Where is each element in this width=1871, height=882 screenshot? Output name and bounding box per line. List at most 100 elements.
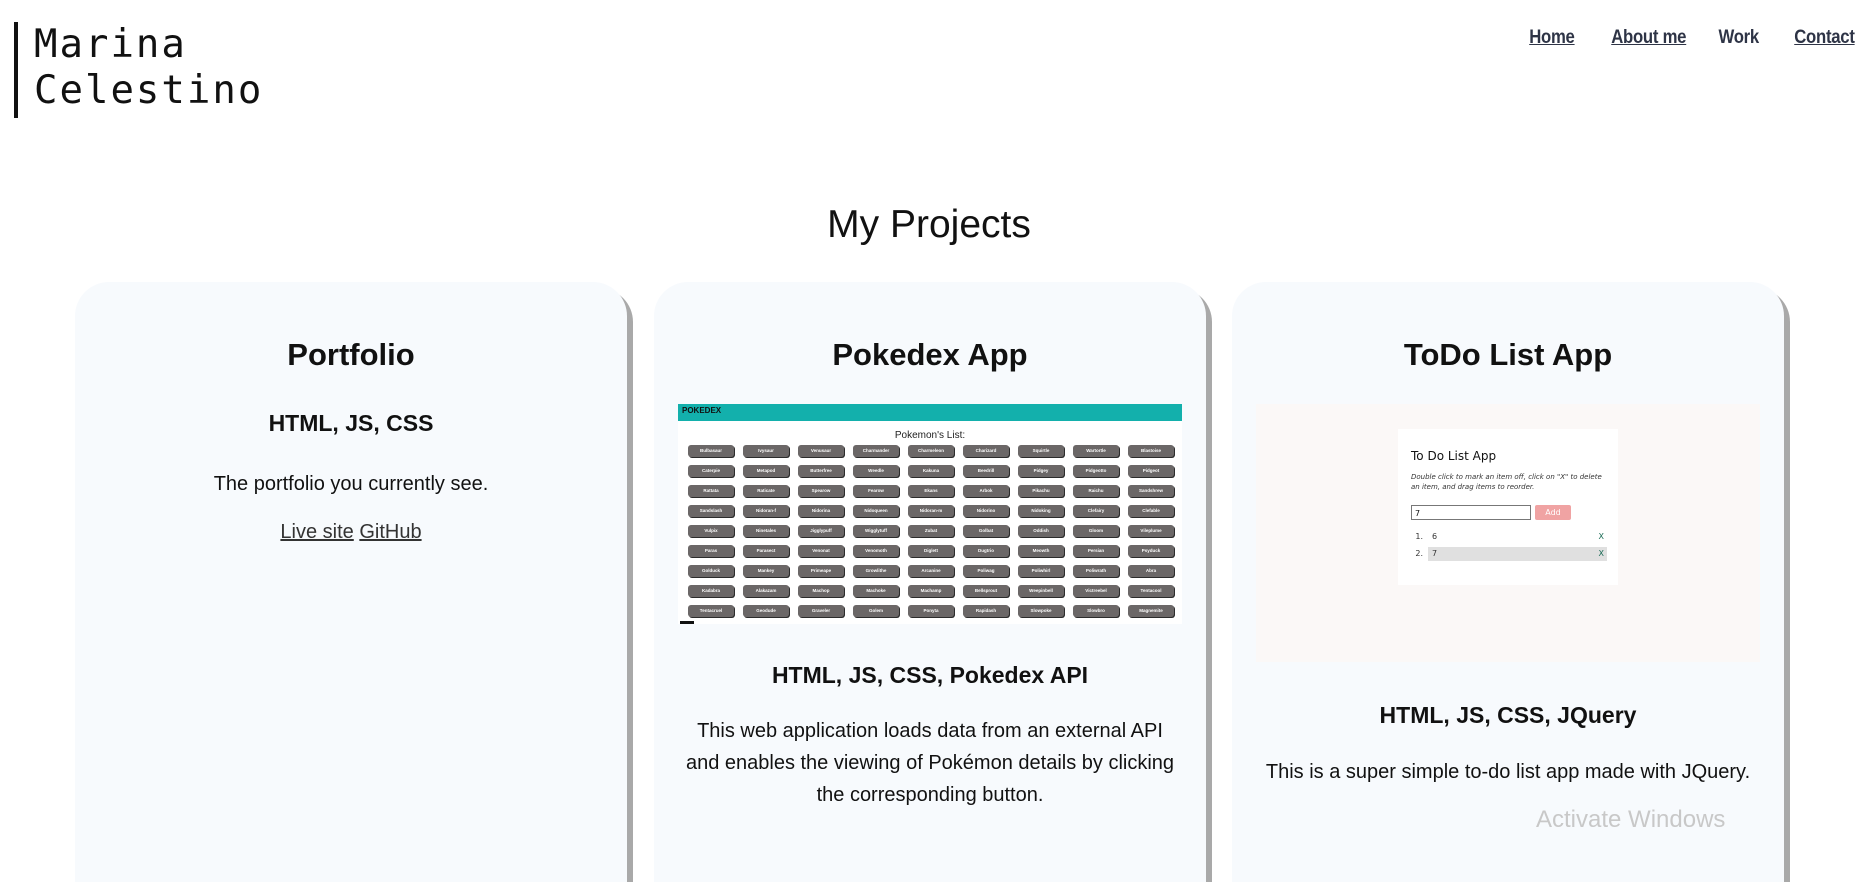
pokemon-button: Pidgey <box>1018 465 1064 477</box>
pokemon-button: Clefable <box>1128 505 1174 517</box>
pokemon-button: Sandshrew <box>1128 485 1174 497</box>
pokemon-button: Bellsprout <box>963 585 1009 597</box>
pokemon-button-grid: Bulbasaur Ivysaur Venusaur Charmander Charme… <box>688 445 1182 617</box>
pokemon-button: Gloom <box>1073 525 1119 537</box>
pokemon-button: Tentacool <box>1128 585 1174 597</box>
todo-app-title: To Do List App <box>1411 449 1497 463</box>
pokemon-button: Charmeleon <box>908 445 954 457</box>
todo-item-number: 1. <box>1415 532 1423 541</box>
pokemon-button: Graveler <box>798 605 844 617</box>
project-title: ToDo List App <box>1403 337 1613 372</box>
pokemon-button: Nidoqueen <box>853 505 899 517</box>
pokemon-button: Raticate <box>743 485 789 497</box>
project-title: Pokedex App <box>832 337 1028 372</box>
pokemon-button: Weedle <box>853 465 899 477</box>
pokemon-button: Charmander <box>853 445 899 457</box>
pokemon-button: Arcanine <box>908 565 954 577</box>
pokemon-button: Squirtle <box>1018 445 1064 457</box>
site-logo[interactable]: Marina Celestino <box>14 22 263 118</box>
pokemon-button: Geodude <box>743 605 789 617</box>
pokemon-button: Pikachu <box>1018 485 1064 497</box>
pokedex-header-bar: POKEDEX <box>678 404 1182 421</box>
logo-line-1: Marina <box>34 22 187 67</box>
pokemon-button: Vulpix <box>688 525 734 537</box>
pokemon-button: Weepinbell <box>1018 585 1064 597</box>
pokemon-button: Nidoran-m <box>908 505 954 517</box>
pokemon-button: Meowth <box>1018 545 1064 557</box>
project-tech: HTML, JS, CSS <box>268 410 434 436</box>
page-title: My Projects <box>827 203 1031 246</box>
pokemon-button: Mankey <box>743 565 789 577</box>
project-description: This web application loads data from an … <box>685 720 1175 806</box>
project-card-todo: ToDo List App To Do List App Double clic… <box>1232 282 1784 882</box>
pokemon-button: Nidoking <box>1018 505 1064 517</box>
pokemon-button: Sandslash <box>688 505 734 517</box>
pokemon-button: Venonat <box>798 545 844 557</box>
pokemon-button: Poliwag <box>963 565 1009 577</box>
todo-item-number: 2. <box>1415 549 1423 558</box>
pokemon-button: Tentacruel <box>688 605 734 617</box>
pokemon-button: Persian <box>1073 545 1119 557</box>
pokemon-button: Psyduck <box>1128 545 1174 557</box>
todo-item-value: 6 <box>1432 532 1438 541</box>
pokemon-button: Parasect <box>743 545 789 557</box>
nav-home-link[interactable]: Home <box>1529 27 1575 49</box>
pokemon-button: Dugtrio <box>963 545 1009 557</box>
activate-windows-watermark: Activate Windows <box>1536 806 1726 833</box>
pokemon-button: Golbat <box>963 525 1009 537</box>
project-tech: HTML, JS, CSS, Pokedex API <box>771 662 1089 688</box>
project-links: Live site GitHub <box>75 521 627 544</box>
pokemon-button: Ivysaur <box>743 445 789 457</box>
todo-screenshot[interactable]: To Do List App Double click to mark an i… <box>1256 404 1760 662</box>
todo-item-value: 7 <box>1428 547 1607 561</box>
pokemon-button: Butterfree <box>798 465 844 477</box>
pokemon-button: Ponyta <box>908 605 954 617</box>
pokemon-button: Arbok <box>963 485 1009 497</box>
pokemon-button: Nidorino <box>963 505 1009 517</box>
pokemon-button: Alakazam <box>743 585 789 597</box>
pokemon-button: Machop <box>798 585 844 597</box>
project-title: Portfolio <box>287 337 415 372</box>
live-site-link[interactable]: Live site <box>280 521 353 543</box>
pokemon-button: Golduck <box>688 565 734 577</box>
todo-instructions: Double click to mark an item off, click … <box>1411 473 1602 491</box>
pokemon-button: Kakuna <box>908 465 954 477</box>
pokemon-button: Venusaur <box>798 445 844 457</box>
todo-add-button: Add <box>1535 505 1571 520</box>
todo-app-panel: To Do List App Double click to mark an i… <box>1398 429 1618 585</box>
pokemon-button: Bulbasaur <box>688 445 734 457</box>
nav-work-link[interactable]: Work <box>1719 27 1760 49</box>
pokemon-button: Victreebel <box>1073 585 1119 597</box>
github-link[interactable]: GitHub <box>359 521 421 543</box>
pokemon-button: Beedrill <box>963 465 1009 477</box>
todo-input: 7 <box>1411 505 1531 520</box>
project-card-portfolio: Portfolio HTML, JS, CSS The portfolio yo… <box>75 282 627 882</box>
pokemon-button: Primeape <box>798 565 844 577</box>
pokemon-button: Rattata <box>688 485 734 497</box>
pokemon-button: Raichu <box>1073 485 1119 497</box>
delete-icon: X <box>1598 549 1604 558</box>
pokemon-button: Slowpoke <box>1018 605 1064 617</box>
pokemon-button: Wartortle <box>1073 445 1119 457</box>
pokemon-button: Kadabra <box>688 585 734 597</box>
nav-contact-link[interactable]: Contact <box>1795 27 1856 49</box>
nav-about-link[interactable]: About me <box>1611 27 1686 49</box>
pokemon-button: Magnemite <box>1128 605 1174 617</box>
pokemon-button: Jigglypuff <box>798 525 844 537</box>
pokedex-screenshot[interactable]: POKEDEX Pokemon's List: Bulbasaur Ivysaur… <box>678 404 1182 624</box>
pokemon-button: Clefairy <box>1073 505 1119 517</box>
pokemon-button: Caterpie <box>688 465 734 477</box>
pokemon-button: Poliwrath <box>1073 565 1119 577</box>
pokemon-button: Nidorina <box>798 505 844 517</box>
pokemon-button: Growlithe <box>853 565 899 577</box>
pokemon-button: Fearow <box>853 485 899 497</box>
pokemon-button: Machoke <box>853 585 899 597</box>
cursor-icon <box>680 621 694 624</box>
pokemon-button: Slowbro <box>1073 605 1119 617</box>
pokemon-button: Wigglytuff <box>853 525 899 537</box>
pokemon-button: Golem <box>853 605 899 617</box>
delete-icon: X <box>1598 532 1604 541</box>
pokemon-button: Oddish <box>1018 525 1064 537</box>
pokemon-button: Zubat <box>908 525 954 537</box>
pokemon-button: Pidgeotto <box>1073 465 1119 477</box>
